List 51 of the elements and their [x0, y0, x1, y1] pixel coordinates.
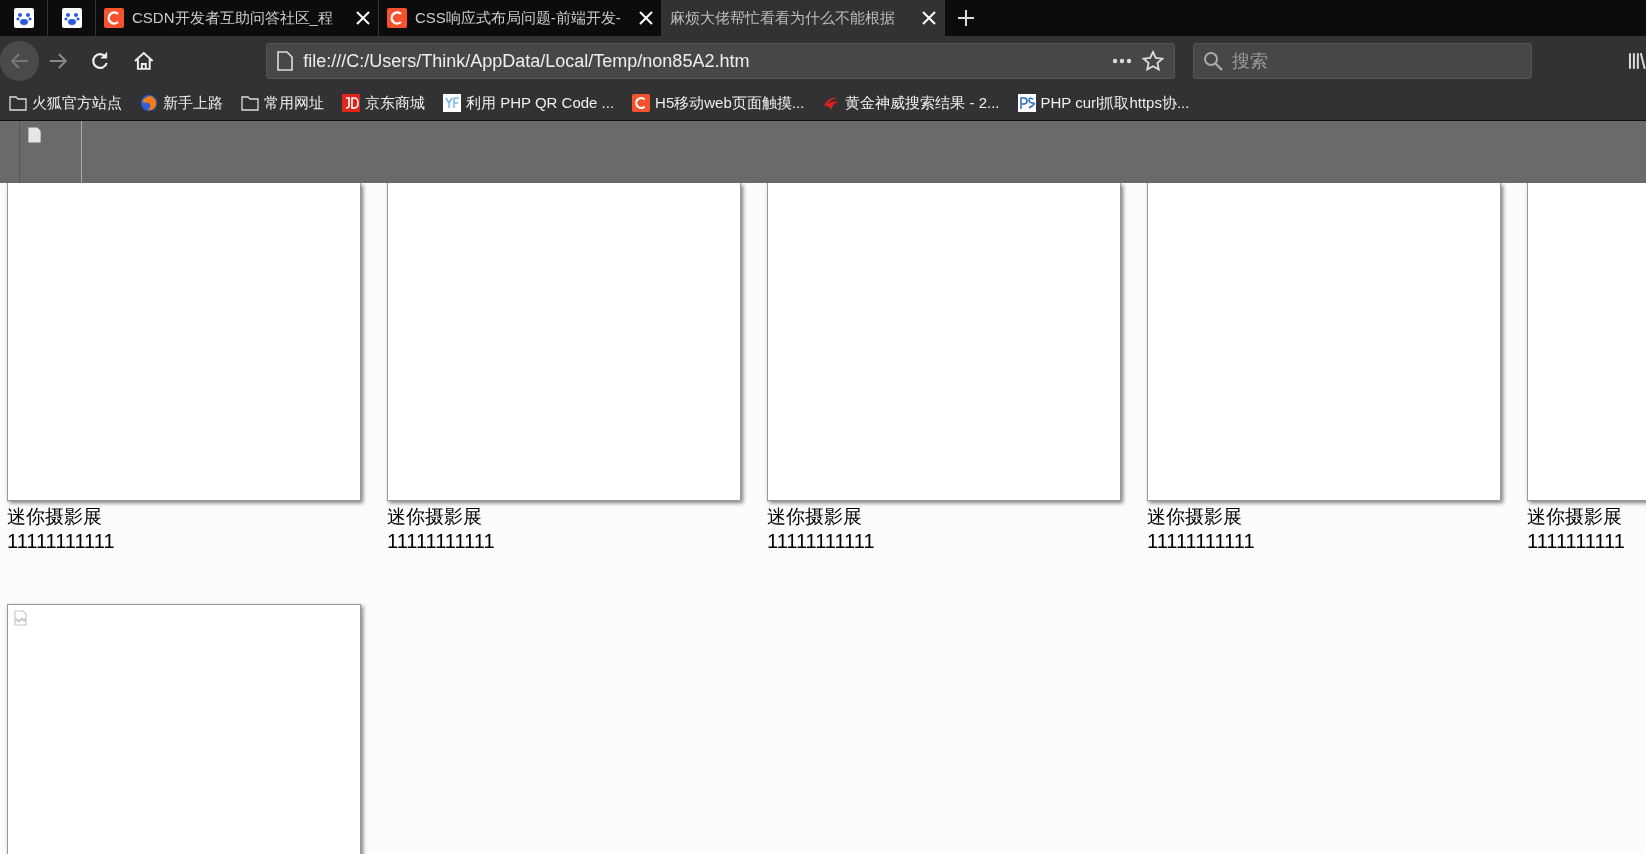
url-text: file:///C:/Users/Think/AppData/Local/Temp/non85A2.htm — [303, 49, 751, 73]
card-title: 迷你摄影展 — [1147, 505, 1243, 529]
logo-icon — [1017, 94, 1036, 112]
bookmark[interactable]: 新手上路 — [140, 91, 223, 115]
card-caption: 11111111111 — [387, 529, 496, 554]
broken-image-icon — [13, 610, 29, 626]
paw-icon — [61, 8, 82, 28]
close-icon[interactable] — [922, 11, 936, 25]
forward-arrow-icon[interactable] — [47, 52, 69, 70]
card-caption: 11111111111 — [1147, 529, 1256, 554]
c-logo-icon — [387, 8, 407, 28]
tab-title: CSDN开发者互助问答社区_程 — [132, 7, 334, 28]
c-logo-icon — [104, 8, 124, 28]
folder-icon — [9, 95, 27, 111]
tab-title: 麻烦大佬帮忙看看为什么不能根据 — [670, 7, 896, 28]
broken-image-icon — [27, 127, 43, 143]
star-icon[interactable] — [1142, 50, 1165, 72]
plus-icon — [957, 9, 975, 27]
card-title: 迷你摄影展 — [1527, 505, 1623, 529]
bookmark[interactable]: 利用 PHP QR Code ... — [443, 91, 615, 115]
card-title: 迷你摄影展 — [7, 505, 103, 529]
bookmark[interactable]: H5移动web页面触摸... — [632, 91, 805, 115]
globe-icon — [140, 94, 158, 112]
address-bar[interactable]: file:///C:/Users/Think/AppData/Local/Temp/non85A2.htm — [266, 43, 1176, 79]
card-caption: 11111111111 — [7, 529, 116, 554]
card-title: 迷你摄影展 — [767, 505, 863, 529]
card-title: 迷你摄影展 — [387, 505, 483, 529]
paw-icon — [13, 8, 34, 28]
folder-icon — [241, 95, 259, 111]
bookmark[interactable]: 京东商城 — [342, 91, 425, 115]
search-field[interactable]: 搜索 — [1193, 43, 1533, 79]
card-caption: 11111111111 — [767, 529, 876, 554]
jd-logo-icon — [342, 94, 360, 112]
c-logo-icon — [632, 94, 651, 112]
home-icon[interactable] — [132, 50, 155, 72]
back-arrow-icon — [9, 52, 30, 70]
bookmark[interactable]: 常用网址 — [241, 91, 324, 115]
back-button[interactable] — [0, 41, 40, 81]
card-caption: 1111111111 — [1527, 529, 1626, 554]
search-icon — [1203, 51, 1224, 71]
library-icon[interactable] — [1628, 51, 1646, 71]
logo-icon — [443, 94, 461, 112]
bookmark[interactable]: 黄金神威搜索结果 - 2... — [822, 91, 1000, 115]
page-icon — [277, 51, 294, 71]
close-icon[interactable] — [356, 11, 370, 25]
close-icon[interactable] — [639, 11, 653, 25]
bookmark[interactable]: 火狐官方站点 — [9, 91, 122, 115]
more-icon[interactable] — [1112, 58, 1133, 64]
bookmark[interactable]: PHP curl抓取https协... — [1017, 91, 1190, 115]
tab-title: CSS响应式布局问题-前端开发- — [415, 7, 622, 28]
browser-tab[interactable]: 麻烦大佬帮忙看看为什么不能根据 — [662, 0, 945, 36]
